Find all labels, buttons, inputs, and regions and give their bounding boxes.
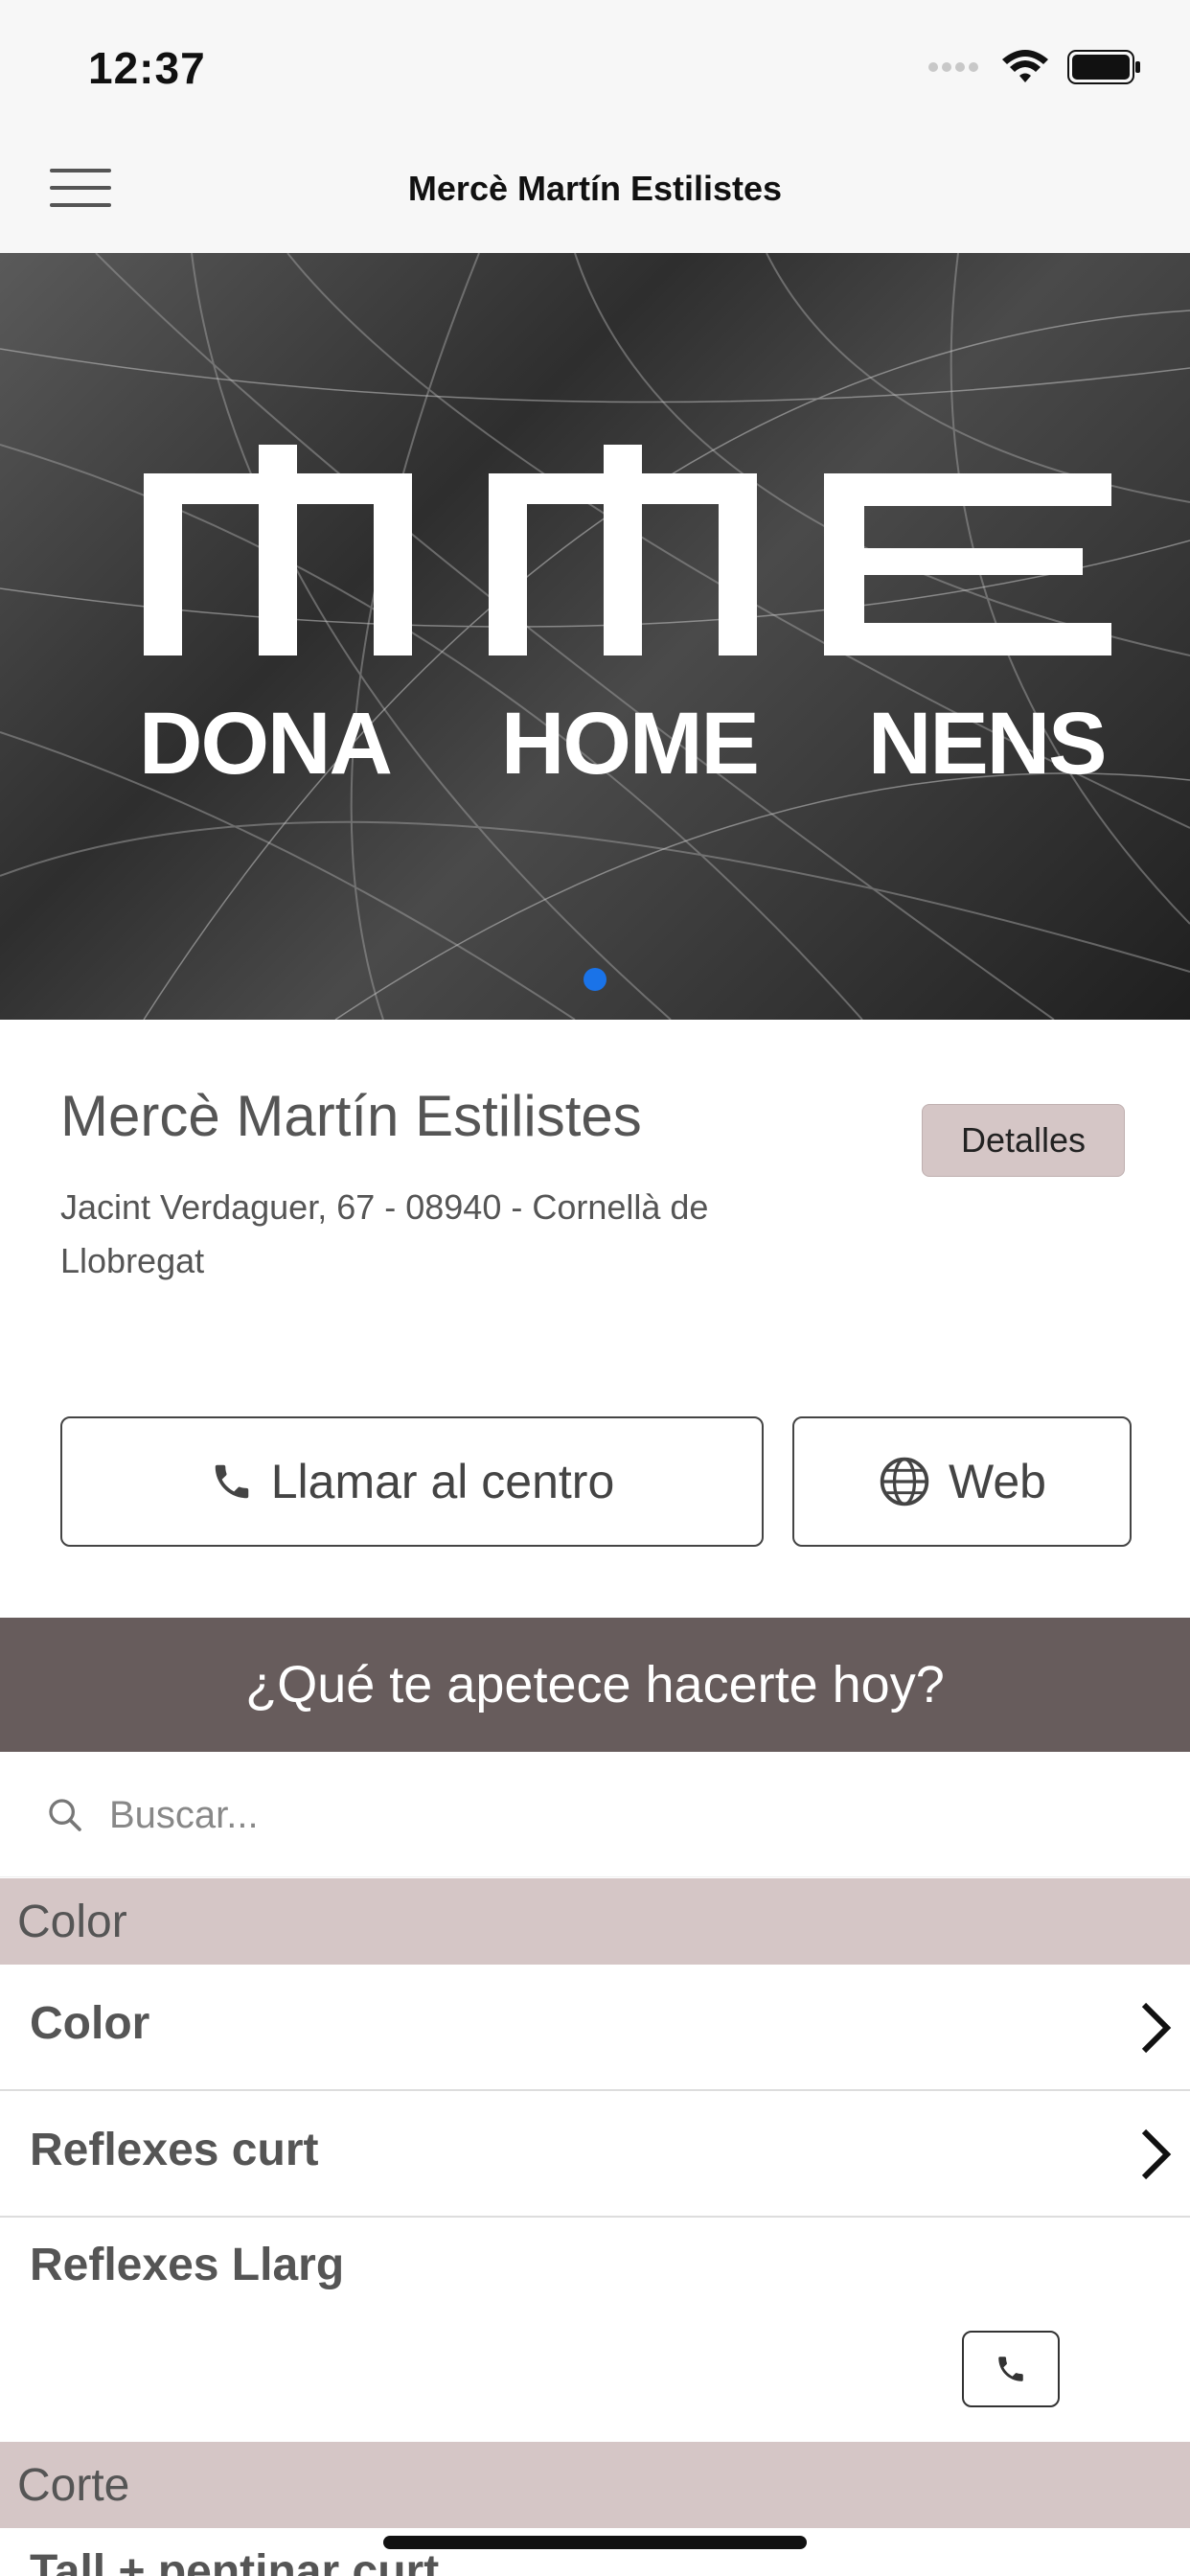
status-icons bbox=[927, 50, 1142, 84]
hero-carousel[interactable]: DONA HOME NENS bbox=[0, 253, 1190, 1020]
battery-icon bbox=[1067, 50, 1140, 84]
web-label: Web bbox=[949, 1455, 1046, 1508]
prompt-banner: ¿Qué te apetece hacerte hoy? bbox=[0, 1618, 1190, 1752]
navigation-bar: Mercè Martín Estilistes bbox=[0, 134, 1190, 253]
section-header-corte: Corte bbox=[0, 2442, 1190, 2528]
call-center-button[interactable]: Llamar al centro bbox=[60, 1416, 764, 1547]
nav-title: Mercè Martín Estilistes bbox=[407, 169, 783, 208]
list-item-label: Reflexes Llarg bbox=[30, 2240, 345, 2290]
phone-icon bbox=[215, 1464, 248, 1499]
list-item[interactable]: Color bbox=[0, 1965, 1190, 2091]
salon-name: Mercè Martín Estilistes bbox=[60, 1084, 642, 1148]
chevron-right-icon bbox=[1141, 2002, 1172, 2054]
status-bar: 12:37 bbox=[0, 0, 1190, 134]
chevron-right-icon bbox=[1141, 2128, 1172, 2180]
logo-label-home: HOME bbox=[500, 695, 760, 793]
search-icon bbox=[49, 1799, 81, 1831]
logo-label-nens: NENS bbox=[867, 695, 1108, 793]
mme-logo bbox=[144, 445, 1111, 656]
signal-icon bbox=[928, 62, 978, 72]
search-input[interactable] bbox=[107, 1781, 1146, 1850]
list-item-label: Color bbox=[30, 1998, 150, 2049]
web-button[interactable]: Web bbox=[792, 1416, 1132, 1547]
list-item-label: Reflexes curt bbox=[30, 2125, 319, 2175]
logo-label-dona: DONA bbox=[139, 695, 393, 793]
call-center-label: Llamar al centro bbox=[270, 1455, 615, 1508]
phone-icon bbox=[998, 2357, 1023, 2381]
list-item[interactable]: Reflexes curt bbox=[0, 2091, 1190, 2218]
call-button[interactable] bbox=[962, 2331, 1060, 2407]
search-bar bbox=[0, 1752, 1190, 1877]
wifi-icon bbox=[1002, 50, 1048, 82]
carousel-page-indicator[interactable] bbox=[584, 968, 606, 991]
list-item-label: Tall + pentinar curt bbox=[30, 2546, 440, 2576]
home-indicator[interactable] bbox=[383, 2536, 807, 2549]
section-header-color: Color bbox=[0, 1878, 1190, 1965]
status-time: 12:37 bbox=[88, 43, 206, 93]
globe-icon bbox=[880, 1457, 929, 1506]
details-button[interactable]: Detalles bbox=[922, 1104, 1125, 1177]
list-item[interactable]: Reflexes Llarg bbox=[0, 2218, 1190, 2442]
logo-subtitle: DONA HOME NENS bbox=[139, 694, 1108, 794]
salon-address: Jacint Verdaguer, 67 - 08940 - Cornellà … bbox=[60, 1187, 709, 1280]
